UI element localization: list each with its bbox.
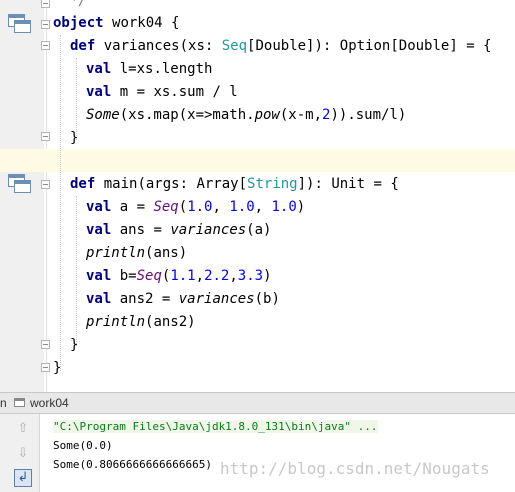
code-line-val-ans2: val ans2 = variances(b): [86, 291, 280, 307]
code-line-println-ans2: println(ans2): [86, 314, 196, 330]
console-output[interactable]: "C:\Program Files\Java\jdk1.8.0_131\bin\…: [40, 414, 515, 492]
code-line-println-ans: println(ans): [86, 245, 188, 261]
code-line-def-variances: def variances(xs: Seq[Double]): Option[D…: [70, 38, 492, 54]
fold-marker[interactable]: [41, 0, 50, 8]
console-command-line[interactable]: "C:\Program Files\Java\jdk1.8.0_131\bin\…: [53, 420, 378, 433]
console-output-line: Some(0.8066666666666665): [53, 458, 212, 471]
code-line-object: object work04 {: [53, 15, 180, 31]
code-line-val-m: val m = xs.sum / l: [86, 84, 238, 100]
editor-gutter: [0, 0, 44, 392]
fold-marker[interactable]: [41, 363, 50, 372]
gutter-separator: [46, 0, 47, 392]
fold-marker[interactable]: [41, 41, 50, 50]
run-tab-title[interactable]: work04: [30, 393, 69, 413]
code-line-val-b: val b=Seq(1.1,2.2,3.3): [86, 268, 272, 284]
code-line-val-ans: val ans = variances(a): [86, 222, 272, 238]
code-line-val-a: val a = Seq(1.0, 1.0, 1.0): [86, 199, 306, 215]
run-panel-header: n work04: [0, 392, 515, 414]
up-arrow-icon[interactable]: ⇧: [14, 420, 32, 438]
run-toolbar: ⇧ ⇩ ↲: [0, 414, 40, 492]
down-arrow-icon[interactable]: ⇩: [14, 445, 32, 463]
watermark: http://blog.csdn.net/Nougats: [220, 459, 490, 478]
code-editor[interactable]: */ object work04 { def variances(xs: Seq…: [0, 0, 515, 392]
fold-marker[interactable]: [41, 20, 50, 29]
code-brace: }: [53, 360, 62, 376]
code-line-val-l: val l=xs.length: [86, 61, 213, 77]
indent-guide: [76, 196, 77, 346]
object-gutter-icon[interactable]: [8, 14, 31, 33]
code-line-some: Some(xs.map(x=>math.pow(x-m,2)).sum/l): [86, 107, 407, 123]
soft-wrap-icon[interactable]: ↲: [14, 469, 32, 487]
code-brace: }: [70, 337, 79, 353]
current-line-highlight: [0, 149, 515, 172]
run-panel-label: n: [0, 396, 7, 410]
indent-guide: [60, 35, 61, 371]
fold-marker[interactable]: [41, 132, 50, 141]
method-gutter-icon[interactable]: [8, 174, 31, 193]
run-config-icon: [14, 398, 25, 407]
console-output-line: Some(0.0): [53, 439, 113, 452]
code-line-def-main: def main(args: Array[String]): Unit = {: [70, 176, 399, 192]
code-brace: }: [70, 130, 79, 146]
fold-marker[interactable]: [41, 340, 50, 349]
fold-marker[interactable]: [41, 180, 50, 189]
